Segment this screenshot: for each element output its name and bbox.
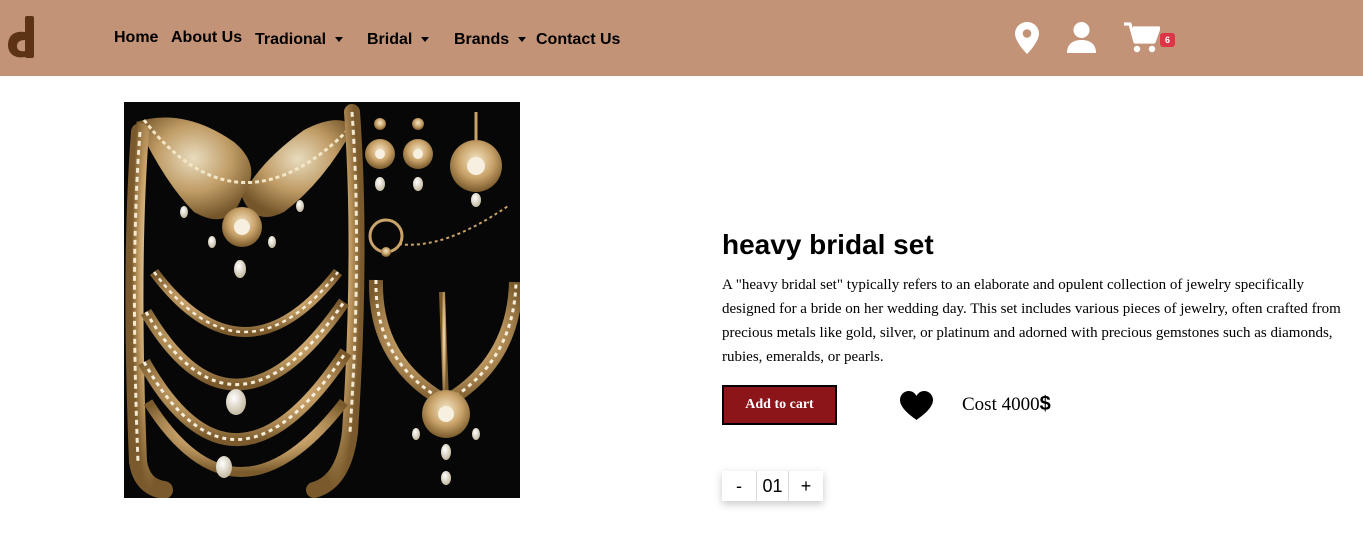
- product-image: [124, 102, 520, 498]
- d-letter-logo-icon[interactable]: [6, 14, 38, 60]
- quantity-decrement-button[interactable]: -: [722, 471, 756, 501]
- product-description: A "heavy bridal set" typically refers to…: [722, 277, 1341, 365]
- quantity-stepper: - 01 +: [722, 471, 823, 501]
- quantity-value[interactable]: 01: [756, 471, 789, 501]
- chevron-down-icon: [518, 36, 527, 42]
- nav-home[interactable]: Home: [114, 29, 158, 47]
- bridal-jewelry-illustration: [124, 102, 520, 498]
- nav-bridal-dropdown[interactable]: Bridal: [367, 31, 430, 49]
- add-to-cart-button[interactable]: Add to cart: [722, 385, 837, 425]
- product-cost: Cost 4000$: [962, 393, 1051, 416]
- heart-icon[interactable]: [900, 391, 933, 421]
- nav-home-label: Home: [114, 29, 159, 46]
- nav-about-us[interactable]: About Us: [171, 29, 242, 47]
- nav-about-label: About Us: [171, 29, 243, 46]
- cart-count-badge: 6: [1160, 33, 1175, 47]
- nav-contact-label: Contact Us: [536, 31, 621, 48]
- product-title: heavy bridal set: [722, 229, 934, 260]
- nav-brands-label: Brands: [454, 31, 510, 48]
- nav-brands-dropdown[interactable]: Brands: [454, 31, 527, 49]
- nav-traditional-dropdown[interactable]: Tradional: [255, 31, 344, 49]
- site-header: Home About Us Tradional Bridal Brands Co…: [0, 0, 1363, 76]
- cost-label: Cost 4000: [962, 394, 1040, 415]
- chevron-down-icon: [335, 36, 344, 42]
- nav-traditional-label: Tradional: [255, 31, 327, 48]
- nav-bridal-label: Bridal: [367, 31, 413, 48]
- nav-contact-us[interactable]: Contact Us: [536, 31, 620, 49]
- quantity-increment-button[interactable]: +: [789, 471, 823, 501]
- shopping-cart-icon[interactable]: [1124, 22, 1160, 53]
- currency-symbol: $: [1039, 393, 1051, 415]
- user-icon[interactable]: [1067, 22, 1096, 53]
- chevron-down-icon: [421, 36, 430, 42]
- location-pin-icon[interactable]: [1015, 22, 1039, 54]
